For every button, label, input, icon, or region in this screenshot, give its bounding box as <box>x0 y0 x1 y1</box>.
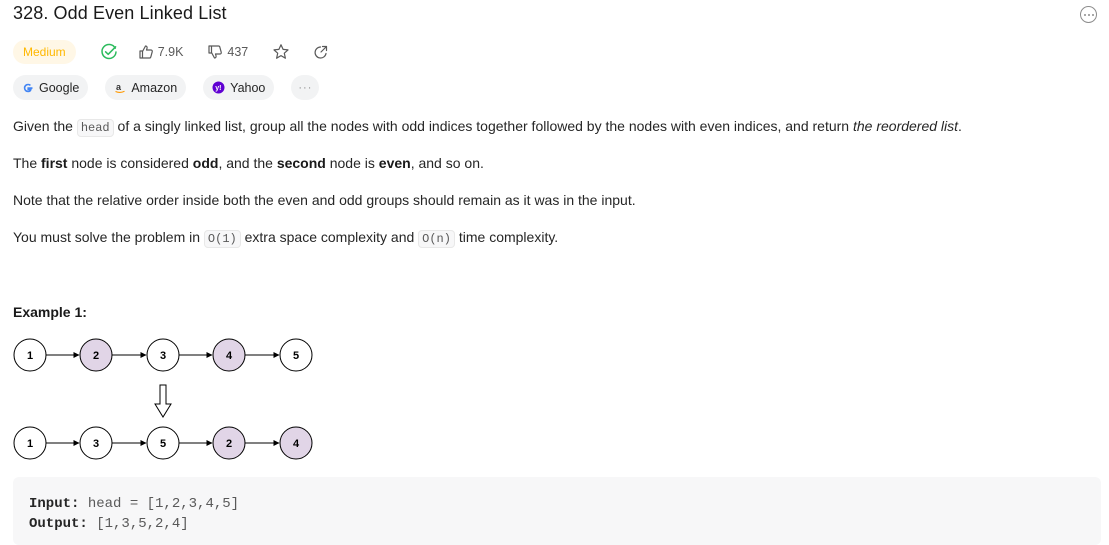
thumbs-down-icon <box>208 45 223 59</box>
before-list-node-label: 5 <box>293 350 299 362</box>
transform-down-arrow-icon <box>154 384 172 418</box>
company-tag-google[interactable]: Google <box>13 75 89 100</box>
favorite-star-icon[interactable] <box>272 43 290 61</box>
share-icon[interactable] <box>312 44 329 61</box>
difficulty-badge[interactable]: Medium <box>13 40 76 64</box>
dislike-count: 437 <box>227 45 249 59</box>
before-list: 1 2 3 4 5 <box>13 338 313 372</box>
example-title: Example 1: <box>13 304 87 320</box>
company-tag-yahoo[interactable]: y! Yahoo <box>203 75 275 100</box>
yahoo-logo-icon: y! <box>212 81 225 94</box>
svg-text:a: a <box>116 82 122 92</box>
after-list: 1 3 5 2 4 <box>13 426 313 460</box>
after-list-node-label: 5 <box>160 438 166 450</box>
more-options-icon[interactable] <box>1080 6 1097 23</box>
inline-code-head: head <box>76 119 114 137</box>
thumbs-up-icon <box>139 45 153 59</box>
input-label: Input: <box>29 496 80 512</box>
linked-list-diagram: 1 2 3 4 5 1 3 5 2 4 <box>13 338 313 460</box>
input-value: head = [1,2,3,4,5] <box>79 496 240 512</box>
more-companies-button[interactable]: ··· <box>291 75 320 100</box>
inline-code-o1: O(1) <box>203 230 241 248</box>
solved-check-icon <box>100 43 118 61</box>
before-list-node-label: 2 <box>93 350 99 362</box>
before-list-node-label: 1 <box>27 350 33 362</box>
svg-text:y!: y! <box>215 85 221 92</box>
description-paragraph-2: The first node is considered odd, and th… <box>13 155 484 171</box>
like-count: 7.9K <box>157 45 184 59</box>
google-logo-icon <box>22 82 34 94</box>
example-code-block: Input: head = [1,2,3,4,5] Output: [1,3,5… <box>13 477 1101 545</box>
description-paragraph-1: Given the head of a singly linked list, … <box>13 118 962 137</box>
like-button[interactable]: 7.9K <box>138 44 184 60</box>
before-list-node-label: 3 <box>160 350 166 362</box>
description-paragraph-3: Note that the relative order inside both… <box>13 192 636 208</box>
dislike-button[interactable]: 437 <box>207 44 248 60</box>
company-name: Yahoo <box>230 80 266 95</box>
problem-meta-row: Medium 7.9K 437 <box>13 39 351 65</box>
before-list-node-label: 4 <box>226 350 233 362</box>
output-value: [1,3,5,2,4] <box>87 516 189 532</box>
after-list-node-label: 3 <box>93 438 99 450</box>
inline-code-on: O(n) <box>418 230 455 248</box>
company-tags: Google a Amazon y! Yahoo ··· <box>13 75 336 100</box>
output-label: Output: <box>29 516 88 532</box>
after-list-node-label: 1 <box>27 438 33 450</box>
after-list-node-label: 2 <box>226 438 232 450</box>
amazon-logo-icon: a <box>114 82 126 94</box>
after-list-node-label: 4 <box>293 438 300 450</box>
company-name: Amazon <box>131 80 178 95</box>
description-paragraph-4: You must solve the problem in O(1) extra… <box>13 229 559 248</box>
company-name: Google <box>39 80 80 95</box>
problem-title: 328. Odd Even Linked List <box>13 3 227 23</box>
company-tag-amazon[interactable]: a Amazon <box>105 75 187 100</box>
